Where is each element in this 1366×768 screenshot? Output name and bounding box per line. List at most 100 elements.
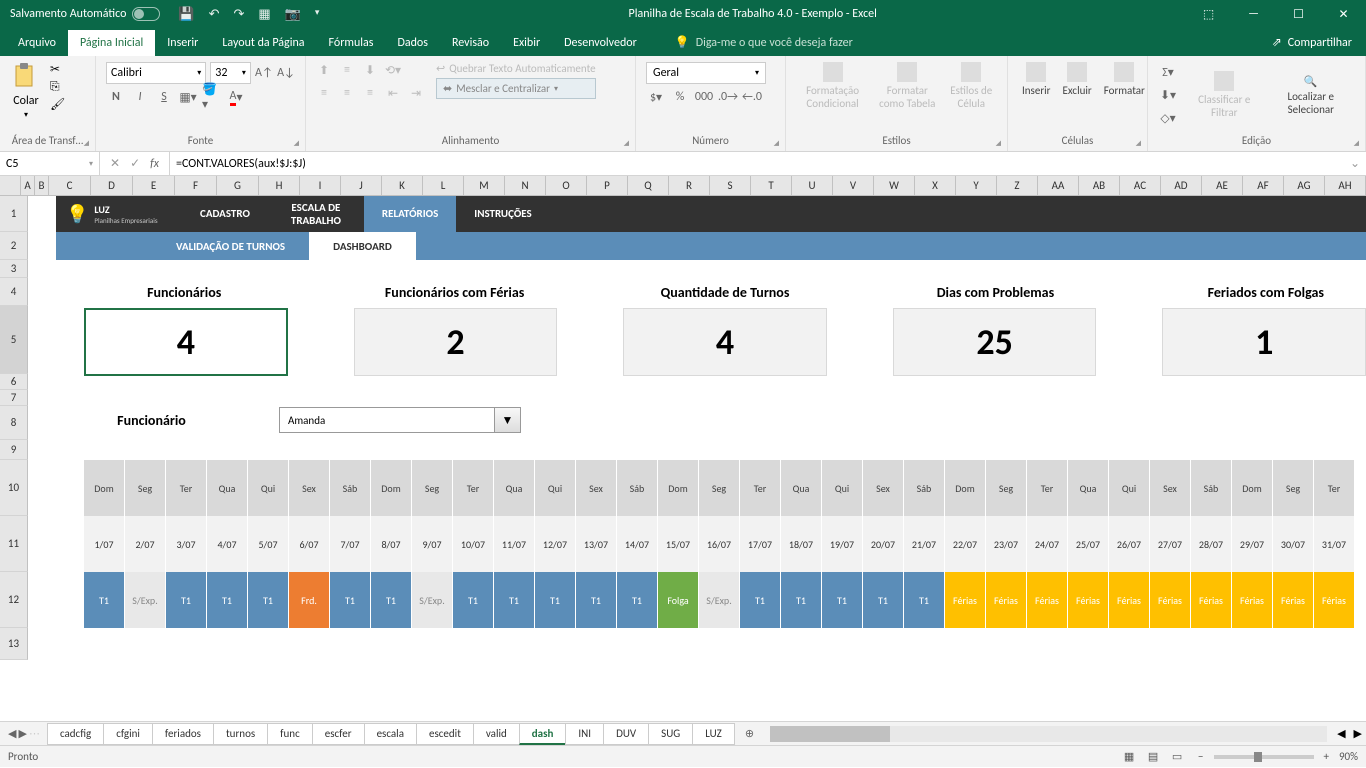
- nav-escala[interactable]: ESCALA DE TRABALHO: [268, 196, 364, 232]
- kpi-card-3[interactable]: 4: [623, 308, 827, 376]
- col-H[interactable]: H: [259, 176, 300, 195]
- col-AG[interactable]: AG: [1284, 176, 1325, 195]
- undo-icon[interactable]: ↶: [209, 7, 220, 22]
- name-box[interactable]: C5▾: [0, 152, 100, 175]
- align-right-icon[interactable]: ≡: [360, 83, 380, 103]
- copy-icon[interactable]: ⎘: [50, 80, 65, 94]
- page-layout-icon[interactable]: ▤: [1142, 748, 1164, 766]
- currency-icon[interactable]: $▾: [646, 87, 666, 107]
- cut-icon[interactable]: ✂: [50, 62, 65, 77]
- tab-view[interactable]: Exibir: [501, 30, 552, 56]
- font-color-icon[interactable]: A▾: [226, 87, 246, 107]
- cal-shift[interactable]: T1: [207, 572, 248, 628]
- col-C[interactable]: C: [49, 176, 91, 195]
- tab-scroll-right-icon[interactable]: ▶: [18, 727, 26, 740]
- col-L[interactable]: L: [423, 176, 464, 195]
- page-break-icon[interactable]: ▭: [1166, 748, 1188, 766]
- col-E[interactable]: E: [133, 176, 175, 195]
- cell-styles-button[interactable]: Estilos de Célula: [944, 60, 1000, 112]
- col-B[interactable]: B: [35, 176, 49, 195]
- col-K[interactable]: K: [382, 176, 423, 195]
- nav-cadastro[interactable]: CADASTRO: [182, 196, 268, 232]
- cal-shift[interactable]: T1: [904, 572, 945, 628]
- col-T[interactable]: T: [751, 176, 792, 195]
- col-N[interactable]: N: [505, 176, 546, 195]
- clear-icon[interactable]: ◇▾: [1158, 108, 1178, 128]
- sort-filter-button[interactable]: Classificar e Filtrar: [1184, 60, 1265, 130]
- sheet-tab-INI[interactable]: INI: [565, 723, 604, 745]
- normal-view-icon[interactable]: ▦: [1118, 748, 1140, 766]
- close-icon[interactable]: ✕: [1321, 0, 1366, 28]
- indent-inc-icon[interactable]: ⇥: [406, 83, 426, 103]
- cal-shift[interactable]: S/Exp.: [699, 572, 740, 628]
- number-format-select[interactable]: Geral▾: [646, 62, 766, 84]
- cal-shift[interactable]: T1: [166, 572, 207, 628]
- cal-shift[interactable]: Férias: [1068, 572, 1109, 628]
- find-select-button[interactable]: 🔍Localizar e Selecionar: [1265, 60, 1357, 130]
- align-left-icon[interactable]: ≡: [314, 83, 334, 103]
- cal-shift[interactable]: T1: [617, 572, 658, 628]
- expand-formula-icon[interactable]: ⌄: [1344, 156, 1366, 171]
- align-top-icon[interactable]: ⬆: [314, 60, 334, 80]
- autosave-toggle[interactable]: Salvamento Automático: [10, 7, 160, 21]
- select-all-corner[interactable]: [0, 176, 21, 195]
- row-4[interactable]: 4: [0, 278, 28, 306]
- col-AH[interactable]: AH: [1325, 176, 1366, 195]
- col-S[interactable]: S: [710, 176, 751, 195]
- sheet-tab-escala[interactable]: escala: [364, 723, 417, 745]
- tab-layout[interactable]: Layout da Página: [210, 30, 316, 56]
- merge-center-button[interactable]: ⬌Mesclar e Centralizar▾: [436, 78, 596, 99]
- percent-icon[interactable]: %: [670, 87, 690, 107]
- col-J[interactable]: J: [341, 176, 382, 195]
- sheet-tab-escedit[interactable]: escedit: [416, 723, 474, 745]
- col-M[interactable]: M: [464, 176, 505, 195]
- tab-data[interactable]: Dados: [385, 30, 439, 56]
- zoom-level[interactable]: 90%: [1339, 750, 1358, 763]
- autosum-icon[interactable]: Σ▾: [1158, 62, 1178, 82]
- sheet-tab-LUZ[interactable]: LUZ: [692, 723, 735, 745]
- paste-button[interactable]: Colar▾: [8, 60, 44, 122]
- col-F[interactable]: F: [175, 176, 217, 195]
- tab-home[interactable]: Página Inicial: [68, 30, 155, 56]
- enter-formula-icon[interactable]: ✓: [130, 156, 140, 171]
- tab-file[interactable]: Arquivo: [6, 30, 68, 56]
- col-AA[interactable]: AA: [1038, 176, 1079, 195]
- indent-dec-icon[interactable]: ⇤: [383, 83, 403, 103]
- cal-shift[interactable]: T1: [248, 572, 289, 628]
- sheet-tab-func[interactable]: func: [267, 723, 313, 745]
- cal-shift[interactable]: Férias: [1273, 572, 1314, 628]
- cal-shift[interactable]: T1: [576, 572, 617, 628]
- insert-cells-button[interactable]: Inserir: [1016, 60, 1057, 99]
- cancel-formula-icon[interactable]: ✕: [110, 156, 120, 171]
- format-cells-button[interactable]: Formatar: [1098, 60, 1151, 99]
- cal-shift[interactable]: T1: [740, 572, 781, 628]
- zoom-slider[interactable]: [1214, 755, 1314, 759]
- border-icon[interactable]: ▦▾: [178, 87, 198, 107]
- row-9[interactable]: 9: [0, 440, 28, 460]
- sheet-tab-DUV[interactable]: DUV: [603, 723, 649, 745]
- nav-instrucoes[interactable]: INSTRUÇÕES: [456, 196, 549, 232]
- qat-more-icon[interactable]: ▾: [315, 7, 320, 22]
- cal-shift[interactable]: Férias: [1232, 572, 1273, 628]
- conditional-format-button[interactable]: Formatação Condicional: [794, 60, 871, 112]
- col-AF[interactable]: AF: [1243, 176, 1284, 195]
- ribbon-options-icon[interactable]: ⬚: [1186, 0, 1231, 28]
- sheet-tab-SUG[interactable]: SUG: [648, 723, 693, 745]
- italic-icon[interactable]: I: [130, 87, 150, 107]
- dec-decimal-icon[interactable]: ←.0: [742, 87, 762, 107]
- cal-shift[interactable]: Folga: [658, 572, 699, 628]
- sheet-tab-valid[interactable]: valid: [473, 723, 520, 745]
- cal-shift[interactable]: T1: [494, 572, 535, 628]
- fill-color-icon[interactable]: 🪣▾: [202, 87, 222, 107]
- col-Y[interactable]: Y: [956, 176, 997, 195]
- row-7[interactable]: 7: [0, 390, 28, 406]
- fill-icon[interactable]: ⬇▾: [1158, 85, 1178, 105]
- sheet-tab-dash[interactable]: dash: [519, 723, 567, 745]
- tab-developer[interactable]: Desenvolvedor: [552, 30, 649, 56]
- cal-shift[interactable]: T1: [781, 572, 822, 628]
- maximize-icon[interactable]: ☐: [1276, 0, 1321, 28]
- col-X[interactable]: X: [915, 176, 956, 195]
- cal-shift[interactable]: Férias: [1314, 572, 1355, 628]
- kpi-card-4[interactable]: 25: [893, 308, 1097, 376]
- kpi-card-2[interactable]: 2: [354, 308, 558, 376]
